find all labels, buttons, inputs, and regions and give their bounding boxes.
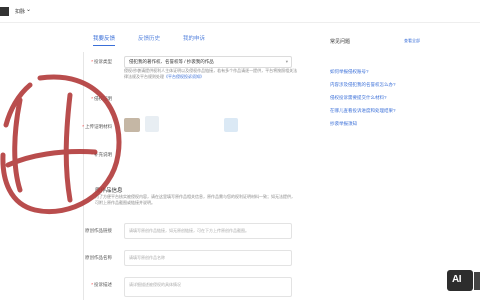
uploaded-image-thumbnail[interactable] [145, 116, 159, 132]
faq-title: 常见问题 [330, 39, 351, 45]
chevron-down-icon: ▾ [285, 59, 288, 64]
uploaded-image-thumbnail[interactable] [124, 118, 140, 132]
faq-link[interactable]: 抄袭举报须知 [330, 121, 357, 127]
tab-appeal[interactable]: 我的申诉 [183, 34, 205, 42]
faq-link[interactable]: 内容涉及侵犯我的名誉权怎么办? [330, 82, 396, 88]
tab-history[interactable]: 反馈历史 [138, 34, 160, 42]
orig-link-input[interactable]: 请填写原创作品链接，如无原创链接，可在下方上传原创作品截图。 [124, 223, 292, 239]
orig-link-placeholder: 请填写原创作品链接，如无原创链接，可在下方上传原创作品截图。 [129, 228, 249, 233]
faq-more-link[interactable]: 查看全部 [404, 38, 420, 44]
feedback-type-hint: 侵权/抄袭请提供权利人主体证明以及侵权作品链接，若有多个作品请逐一提供，平台将按… [124, 68, 298, 79]
user-name[interactable]: 扣脉 [15, 8, 25, 15]
red-handwritten-annotation [0, 74, 122, 214]
app-logo [0, 7, 9, 16]
orig-name-placeholder: 请填写原创作品名称 [129, 255, 165, 260]
feedback-type-label: *投诉类型 [91, 59, 112, 64]
tab-feedback[interactable]: 我要反馈 [93, 34, 116, 46]
desc-input[interactable]: 请详细描述被侵权的具体情况 [124, 277, 292, 297]
feedback-type-select[interactable]: 侵犯我的著作权、名誉权等 / 抄袭我的作品 ▾ [124, 56, 292, 68]
faq-link[interactable]: 在哪儿查看投诉进度和处理结果? [330, 108, 396, 114]
faq-link[interactable]: 侵权投诉需要提交什么材料? [330, 95, 387, 101]
top-bar: 扣脉 ⌄ [0, 0, 480, 23]
faq-link[interactable]: 如何举报侵权账号? [330, 69, 369, 75]
original-section-desc: 为了方便平台核实被侵权内容，请在这里填写原作品相关信息，原作品需与您的权利证明材… [95, 194, 295, 205]
orig-name-label: 原创作品名称 [85, 255, 112, 260]
orig-name-input[interactable]: 请填写原创作品名称 [124, 250, 292, 266]
uploaded-image-thumbnail[interactable] [224, 118, 238, 132]
feedback-type-value: 侵犯我的著作权、名誉权等 / 抄袭我的作品 [129, 59, 214, 64]
ai-badge-edge [474, 272, 480, 290]
orig-link-label: 原创作品链接 [85, 228, 112, 233]
desc-placeholder: 请详细描述被侵权的具体情况 [129, 282, 181, 287]
desc-label: *投诉描述 [91, 282, 112, 287]
hint-link[interactable]: 《平台侵权投诉须知》 [164, 74, 204, 79]
chevron-down-icon[interactable]: ⌄ [26, 6, 31, 13]
ai-badge[interactable]: AI [447, 270, 473, 291]
